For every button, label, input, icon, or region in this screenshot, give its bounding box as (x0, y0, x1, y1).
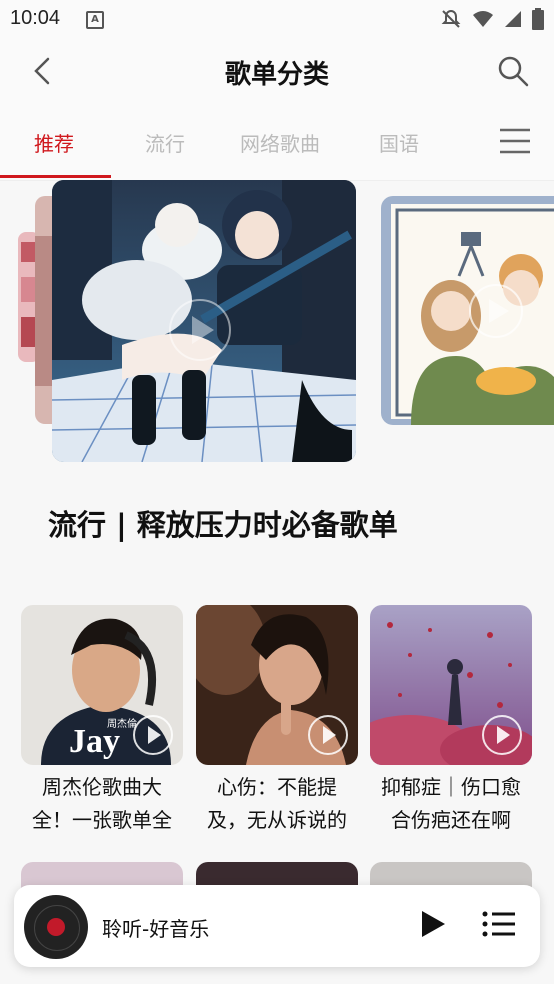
mute-bell-icon (441, 9, 461, 28)
playlist-title-line2: 及，无从诉说的 (207, 808, 347, 832)
playlist-cover[interactable] (196, 605, 358, 765)
active-tab-indicator (0, 175, 111, 178)
carousel-card-right[interactable] (381, 196, 554, 425)
tab-internet-songs[interactable]: 网络歌曲 (240, 128, 320, 157)
vinyl-disc-icon[interactable] (24, 895, 88, 959)
carousel-card-main[interactable] (52, 180, 356, 462)
category-tabs: 推荐 流行 网络歌曲 国语 (0, 106, 554, 181)
playlist-card[interactable]: 周杰倫 Jay 周杰伦歌曲大 全！一张歌单全 (21, 605, 183, 837)
playlist-card[interactable]: 抑郁症｜伤口愈 合伤疤还在啊 (370, 605, 532, 837)
accessibility-a-icon: A (86, 11, 104, 29)
play-icon[interactable] (482, 715, 522, 755)
wifi-icon (473, 11, 493, 27)
tab-mandarin[interactable]: 国语 (379, 128, 419, 157)
play-icon[interactable] (133, 715, 173, 755)
playlist-grid: 周杰倫 Jay 周杰伦歌曲大 全！一张歌单全 心伤：不能提 及，无从诉说的 抑郁… (21, 605, 541, 835)
signal-icon (505, 11, 521, 27)
search-icon[interactable] (496, 54, 530, 88)
play-button-icon[interactable] (418, 909, 448, 939)
playlist-card[interactable]: 心伤：不能提 及，无从诉说的 (196, 605, 358, 837)
playlist-queue-icon[interactable] (482, 909, 516, 939)
playlist-cover[interactable] (370, 605, 532, 765)
cover-jay-text: Jay (69, 723, 120, 760)
featured-carousel[interactable] (0, 180, 554, 470)
playlist-title-line2: 全！一张歌单全 (32, 808, 172, 832)
battery-icon (532, 8, 544, 30)
status-time: 10:04 (10, 7, 61, 29)
playlist-title-line1: 抑郁症｜伤口愈 (381, 775, 521, 799)
featured-playlist-title[interactable]: 流行 | 释放压力时必备歌单 (48, 502, 398, 544)
playlist-title-line2: 合伤疤还在啊 (391, 808, 511, 832)
status-bar: 10:04 A (0, 0, 554, 38)
page-title: 歌单分类 (224, 60, 329, 90)
playlist-title-line1: 周杰伦歌曲大 (42, 775, 162, 799)
mini-player[interactable]: 聆听-好音乐 (14, 885, 540, 967)
tab-recommend[interactable]: 推荐 (34, 128, 74, 157)
tabs-menu-icon[interactable] (498, 126, 532, 156)
tab-pop[interactable]: 流行 (145, 128, 185, 157)
playlist-cover[interactable]: 周杰倫 Jay (21, 605, 183, 765)
play-icon[interactable] (308, 715, 348, 755)
app-header: 歌单分类 (0, 38, 554, 106)
now-playing-title[interactable]: 聆听-好音乐 (102, 913, 209, 942)
playlist-title-line1: 心伤：不能提 (217, 775, 337, 799)
